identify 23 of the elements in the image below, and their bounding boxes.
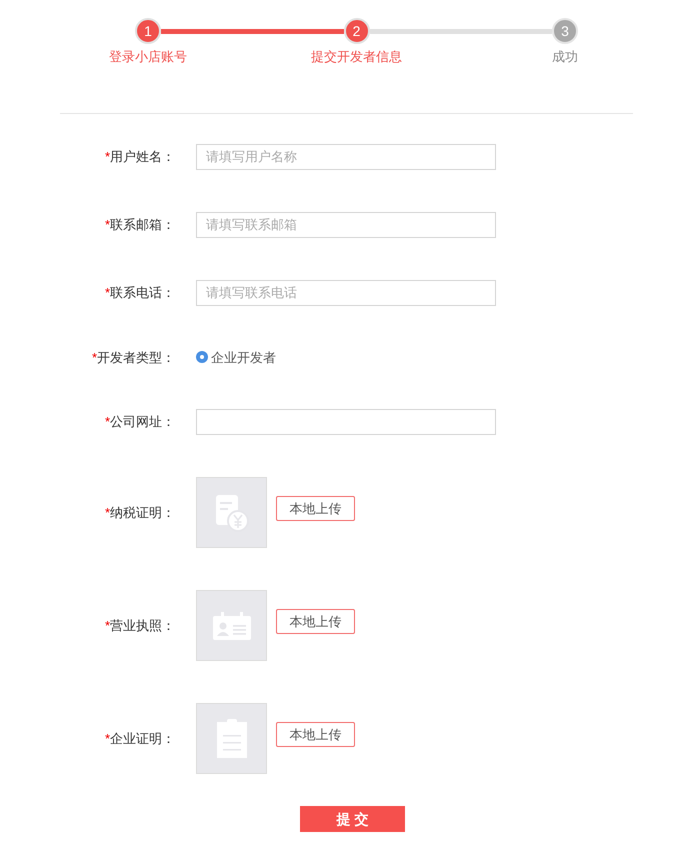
receipt-coin-icon [214, 492, 250, 532]
field-label: *联系邮箱： [104, 216, 175, 234]
id-card-icon [212, 610, 252, 640]
upload-button[interactable]: 本地上传 [276, 496, 355, 521]
text-field[interactable]: 请填写用户名称 [196, 144, 496, 170]
clipboard-icon [216, 718, 248, 758]
upload-button[interactable]: 本地上传 [276, 722, 355, 747]
field-label: *纳税证明： [104, 504, 175, 522]
step-label: 成功 [552, 48, 578, 66]
text-field[interactable]: 请填写联系邮箱 [196, 212, 496, 238]
radio-label: 企业开发者 [211, 348, 276, 366]
radio-button[interactable] [196, 351, 208, 364]
field-label: *企业证明： [104, 730, 175, 748]
step-label: 登录小店账号 [109, 48, 187, 66]
upload-button[interactable]: 本地上传 [276, 609, 355, 634]
field-label: *营业执照： [104, 616, 175, 635]
field-label: *联系电话： [104, 284, 175, 302]
field-label: *公司网址： [104, 413, 175, 432]
field-label: *用户姓名： [104, 148, 175, 166]
text-field[interactable]: 请填写联系电话 [196, 280, 496, 306]
text-field[interactable] [196, 409, 496, 435]
step-label: 提交开发者信息 [311, 48, 402, 66]
field-label: *开发者类型： [90, 348, 175, 366]
